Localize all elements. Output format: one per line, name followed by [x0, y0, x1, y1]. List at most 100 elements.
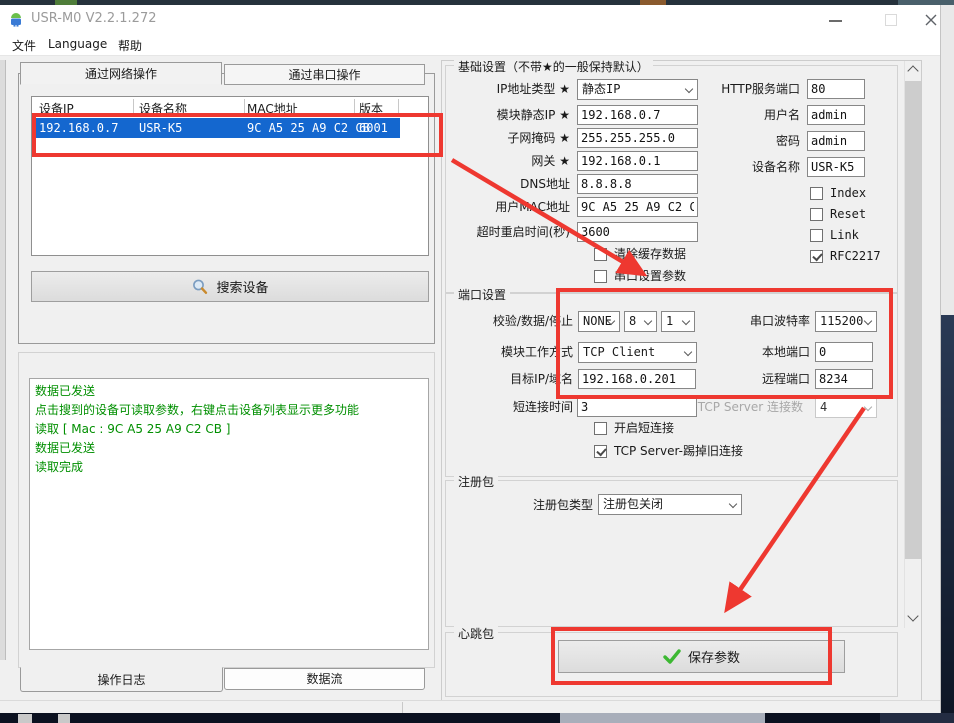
log-line: 读取 [ Mac : 9C A5 25 A9 C2 CB ]: [35, 420, 423, 439]
restart-timeout-field[interactable]: [577, 222, 698, 242]
stop-bits-value: 1: [666, 314, 673, 328]
save-params-button[interactable]: 保存参数: [558, 640, 845, 673]
search-device-button[interactable]: 搜索设备: [31, 271, 429, 302]
registration-title: 注册包: [454, 473, 498, 490]
chevron-down-icon: [682, 317, 690, 325]
rfc2217-checkbox[interactable]: [810, 250, 823, 263]
chevron-down-icon: [644, 317, 652, 325]
scroll-down-arrow-icon[interactable]: [907, 610, 918, 621]
remote-port-field[interactable]: [815, 369, 873, 389]
reset-checkbox[interactable]: [810, 208, 823, 221]
link-checkbox[interactable]: [810, 229, 823, 242]
dns-field[interactable]: [577, 174, 698, 194]
baud-rate-select[interactable]: 115200: [815, 311, 877, 332]
minimize-button[interactable]: [829, 13, 843, 27]
ip-type-select[interactable]: 静态IP: [577, 79, 698, 100]
column-header-mac[interactable]: MAC地址: [247, 100, 298, 117]
tcp-server-conns-label: TCP Server 连接数: [670, 397, 803, 417]
short-conn-time-label: 短连接时间: [445, 397, 573, 417]
kick-old-conn-checkbox[interactable]: [594, 445, 607, 458]
subnet-mask-label: 子网掩码 ★: [415, 128, 570, 148]
background-bottom-strip: [0, 713, 954, 723]
column-header-version[interactable]: 版本: [359, 100, 383, 117]
port-settings-title: 端口设置: [454, 286, 510, 303]
scrollbar-thumb[interactable]: [905, 81, 921, 559]
stop-bits-select[interactable]: 1: [661, 311, 695, 332]
parity-data-stop-label: 校验/数据/停止: [445, 311, 573, 331]
chevron-down-icon: [729, 500, 737, 508]
log-box[interactable]: 数据已发送 点击搜到的设备可读取参数，右键点击设备列表显示更多功能 读取 [ M…: [29, 378, 429, 650]
column-header-ip[interactable]: 设备IP: [39, 100, 74, 117]
index-checkbox[interactable]: [810, 187, 823, 200]
device-mac: 9C A5 25 A9 C2 CB: [247, 121, 370, 135]
log-line: 读取完成: [35, 458, 423, 477]
column-separator: [244, 99, 245, 116]
restart-timeout-label: 超时重启时间(秒): [415, 222, 570, 242]
tab-serial-operation[interactable]: 通过串口操作: [224, 64, 425, 85]
settings-scrollbar[interactable]: [904, 61, 921, 628]
app-icon: [8, 11, 24, 27]
short-conn-label: 开启短连接: [614, 421, 674, 436]
maximize-button[interactable]: [884, 13, 898, 27]
column-separator: [354, 99, 355, 116]
password-field[interactable]: [807, 131, 865, 151]
menu-item-language[interactable]: Language: [48, 37, 107, 51]
registration-type-label: 注册包类型: [465, 495, 593, 515]
clear-cache-label: 清除缓存数据: [614, 247, 686, 262]
log-line: 点击搜到的设备可读取参数，右键点击设备列表显示更多功能: [35, 401, 423, 420]
magnifier-icon: [191, 278, 209, 296]
title-bar: USR-M0 V2.2.1.272: [0, 5, 940, 33]
background-bottom-strip-segment: [560, 713, 765, 723]
chevron-down-icon: [864, 317, 872, 325]
tab-data-stream[interactable]: 数据流: [224, 668, 425, 690]
username-label: 用户名: [700, 105, 800, 125]
static-ip-label: 模块静态IP ★: [415, 105, 570, 125]
username-field[interactable]: [807, 105, 865, 125]
menu-item-file[interactable]: 文件: [12, 37, 36, 54]
device-version: 6001: [359, 121, 388, 135]
log-line: 数据已发送: [35, 439, 423, 458]
background-right-edge: [941, 5, 954, 315]
window-title: USR-M0 V2.2.1.272: [31, 11, 157, 26]
device-table-header-row: 设备IP 设备名称 MAC地址 版本: [32, 97, 428, 117]
background-bottom-strip-segment: [58, 714, 70, 723]
static-ip-field[interactable]: [577, 105, 698, 125]
column-header-name[interactable]: 设备名称: [139, 100, 187, 117]
column-separator: [398, 99, 399, 116]
registration-type-value: 注册包关闭: [603, 497, 663, 511]
kick-old-conn-label: TCP Server-踢掉旧连接: [614, 444, 743, 459]
menu-item-help[interactable]: 帮助: [118, 37, 142, 54]
basic-settings-title: 基础设置（不带★的一般保持默认）: [454, 58, 653, 75]
rfc2217-label: RFC2217: [830, 249, 881, 264]
parity-select[interactable]: NONE: [578, 311, 620, 332]
subnet-mask-field[interactable]: [577, 128, 698, 148]
device-row-selected[interactable]: 192.168.0.7 USR-K5 9C A5 25 A9 C2 CB 600…: [33, 118, 400, 138]
app-window: USR-M0 V2.2.1.272 文件 Language 帮助 通过网络操作 …: [0, 5, 941, 713]
target-ip-field[interactable]: [578, 369, 696, 389]
tab-operation-log[interactable]: 操作日志: [20, 667, 223, 692]
dns-label: DNS地址: [415, 174, 570, 194]
http-port-field[interactable]: [807, 79, 865, 99]
serial-setup-checkbox[interactable]: [594, 270, 607, 283]
local-port-field[interactable]: [815, 342, 873, 362]
data-bits-select[interactable]: 8: [624, 311, 657, 332]
work-mode-select[interactable]: TCP Client: [578, 342, 697, 363]
gateway-field[interactable]: [577, 151, 698, 171]
column-separator: [133, 99, 134, 116]
log-line: 数据已发送: [35, 382, 423, 401]
user-mac-field[interactable]: [577, 197, 698, 217]
gateway-label: 网关 ★: [415, 151, 570, 171]
short-conn-checkbox[interactable]: [594, 422, 607, 435]
close-button[interactable]: [924, 13, 938, 27]
tab-network-operation[interactable]: 通过网络操作: [20, 62, 222, 85]
background-right-edge: [941, 315, 954, 723]
tab-operation-log-label: 操作日志: [97, 673, 145, 687]
background-bottom-strip-segment: [18, 714, 32, 723]
clear-cache-checkbox[interactable]: [594, 248, 607, 261]
ip-type-value: 静态IP: [582, 82, 620, 96]
scroll-up-arrow-icon[interactable]: [907, 65, 918, 76]
background-left-edge: [0, 60, 6, 660]
device-name-field[interactable]: [807, 157, 865, 177]
device-name-label: 设备名称: [700, 157, 800, 177]
registration-type-select[interactable]: 注册包关闭: [598, 494, 742, 515]
